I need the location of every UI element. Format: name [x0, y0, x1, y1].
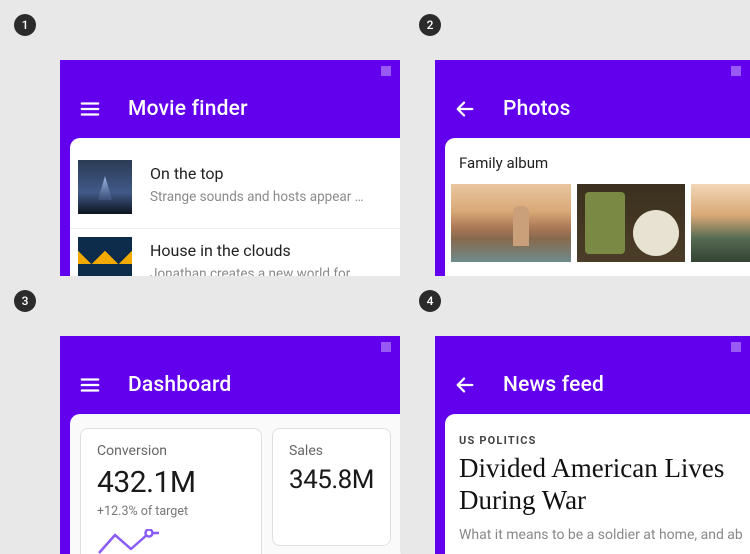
status-indicator [731, 66, 741, 76]
app-bar: Dashboard [60, 356, 401, 414]
list-item[interactable]: On the top Strange sounds and hosts appe… [70, 152, 401, 229]
metric-value: 432.1M [97, 465, 245, 500]
list-item[interactable]: House in the clouds Jonathan creates a n… [70, 229, 401, 277]
content-surface: On the top Strange sounds and hosts appe… [70, 138, 401, 277]
movie-thumbnail [78, 160, 132, 214]
section-label: Family album [445, 152, 750, 184]
status-indicator [381, 66, 391, 76]
list-item-subtitle: Strange sounds and hosts appear … [150, 189, 383, 205]
example-panel-1: 1 Movie finder On the top Strange sounds… [0, 0, 400, 276]
list-item-title: House in the clouds [150, 241, 383, 260]
article-kicker: US POLITICS [445, 428, 750, 453]
device-frame: Photos Family album [435, 60, 750, 277]
status-indicator [381, 342, 391, 352]
example-number-badge: 4 [419, 290, 441, 312]
status-indicator [731, 342, 741, 352]
photo-thumbnail[interactable] [691, 184, 750, 262]
content-surface: Conversion 432.1M +12.3% of target Sales… [70, 414, 401, 554]
metric-card-conversion[interactable]: Conversion 432.1M +12.3% of target [80, 428, 262, 554]
metric-card-sales[interactable]: Sales 345.8M [272, 428, 391, 546]
device-frame: Movie finder On the top Strange sounds a… [60, 60, 401, 277]
example-panel-3: 3 Dashboard Conversion 432.1M +12.3% of … [0, 276, 400, 553]
app-bar: News feed [435, 356, 750, 414]
app-bar-title: Movie finder [128, 97, 248, 121]
movie-thumbnail [78, 237, 132, 277]
article-headline[interactable]: Divided American Lives During War [445, 453, 750, 517]
example-number-badge: 1 [14, 14, 36, 36]
sparkline-chart [97, 529, 245, 554]
metric-label: Sales [289, 443, 374, 459]
photo-thumbnail[interactable] [577, 184, 685, 262]
metric-label: Conversion [97, 443, 245, 459]
back-icon[interactable] [453, 97, 477, 121]
example-number-badge: 2 [419, 14, 441, 36]
back-icon[interactable] [453, 373, 477, 397]
photo-thumbnail[interactable] [451, 184, 571, 262]
article-lede: What it means to be a soldier at home, a… [445, 517, 750, 543]
app-bar-title: Dashboard [128, 373, 231, 397]
app-bar: Movie finder [60, 80, 401, 138]
photo-row [445, 184, 750, 262]
device-frame: News feed US POLITICS Divided American L… [435, 336, 750, 554]
metric-value: 345.8M [289, 465, 374, 495]
content-surface: Family album [445, 138, 750, 277]
example-panel-4: 4 News feed US POLITICS Divided American… [400, 276, 750, 553]
app-bar-title: News feed [503, 373, 604, 397]
content-surface: US POLITICS Divided American Lives Durin… [445, 414, 750, 554]
example-number-badge: 3 [14, 290, 36, 312]
menu-icon[interactable] [78, 373, 102, 397]
device-frame: Dashboard Conversion 432.1M +12.3% of ta… [60, 336, 401, 554]
app-bar: Photos [435, 80, 750, 138]
metric-delta: +12.3% of target [97, 504, 245, 519]
menu-icon[interactable] [78, 97, 102, 121]
app-bar-title: Photos [503, 97, 571, 121]
list-item-title: On the top [150, 164, 383, 183]
example-panel-2: 2 Photos Family album [400, 0, 750, 276]
